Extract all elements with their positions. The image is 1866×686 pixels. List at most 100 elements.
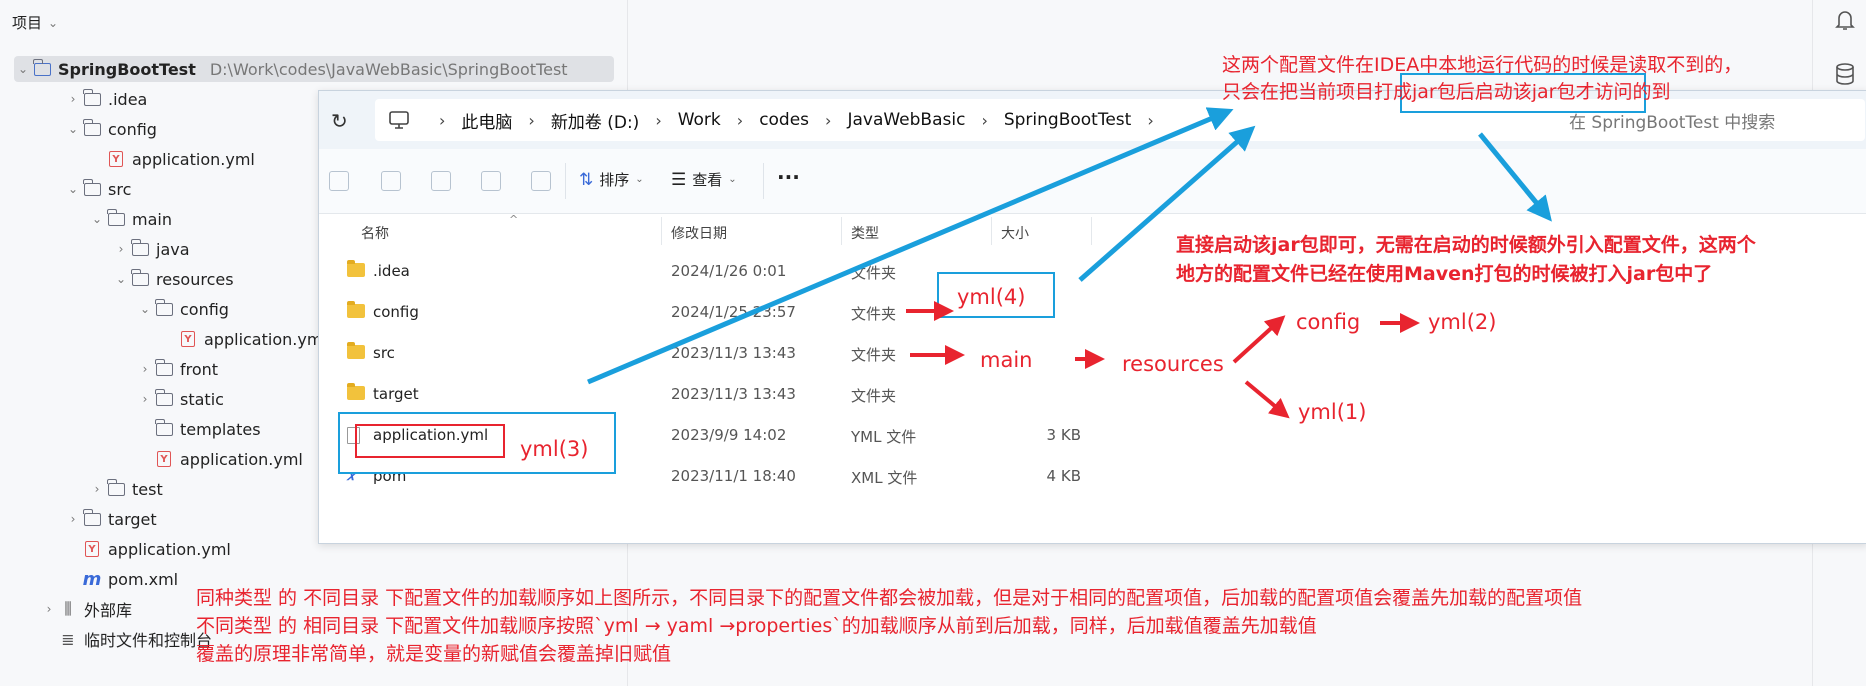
folder-icon: [106, 208, 126, 229]
tree-item-label: application.yml: [180, 449, 303, 469]
more-options-button[interactable]: ···: [777, 165, 800, 189]
column-separator: [661, 217, 662, 245]
file-date: 2023/9/9 14:02: [671, 426, 787, 444]
chevron-down-icon[interactable]: ⌄: [88, 212, 106, 226]
chevron-right-icon[interactable]: ›: [136, 392, 154, 406]
tree-item[interactable]: Yapplication.yml: [88, 146, 255, 172]
folder-icon: [347, 342, 365, 359]
tree-item[interactable]: Yapplication.yml: [64, 536, 231, 562]
folder-icon: [347, 383, 365, 400]
tree-item[interactable]: › ⫼ 外部库: [40, 596, 132, 622]
tree-item[interactable]: › java: [112, 236, 190, 262]
breadcrumb-item[interactable]: codes: [759, 110, 809, 130]
share-icon[interactable]: [481, 171, 501, 191]
column-date[interactable]: 修改日期: [671, 223, 727, 243]
column-separator: [991, 217, 992, 245]
tree-item[interactable]: ≣ 临时文件和控制台: [40, 626, 212, 652]
chevron-right-icon[interactable]: ›: [136, 362, 154, 376]
tree-item[interactable]: templates: [136, 416, 261, 442]
sort-up-icon: ^: [509, 213, 519, 226]
folder-icon: [130, 268, 150, 289]
chevron-right-icon[interactable]: ›: [64, 92, 82, 106]
application-yml-red-box: [355, 424, 505, 458]
file-size: 4 KB: [1046, 467, 1081, 485]
breadcrumb-separator[interactable]: ›: [439, 111, 445, 130]
tree-item[interactable]: ⌄ resources: [112, 266, 234, 292]
tree-item-label: 临时文件和控制台: [84, 631, 213, 650]
breadcrumb-separator[interactable]: ›: [981, 111, 987, 130]
yml-file-icon: Y: [154, 449, 174, 469]
chevron-down-icon[interactable]: ⌄: [14, 62, 32, 76]
file-type: 文件夹: [851, 346, 897, 364]
tree-item[interactable]: m pom.xml: [64, 566, 179, 592]
tree-item[interactable]: ⌄ config: [136, 296, 229, 322]
chevron-down-icon[interactable]: ⌄: [64, 182, 82, 196]
folder-icon: [106, 478, 126, 499]
tree-item[interactable]: › static: [136, 386, 224, 412]
column-size[interactable]: 大小: [1001, 223, 1029, 243]
tree-item-label: src: [108, 179, 132, 199]
tree-item-label: java: [156, 239, 190, 259]
chevron-down-icon[interactable]: ⌄: [64, 122, 82, 136]
chevron-right-icon[interactable]: ›: [40, 602, 58, 616]
delete-icon[interactable]: [531, 171, 551, 191]
breadcrumb-item[interactable]: SpringBootTest: [1004, 110, 1131, 130]
tree-item[interactable]: ⌄ config: [64, 116, 157, 142]
project-panel-title[interactable]: 项目 ⌄: [12, 12, 58, 33]
breadcrumb-item[interactable]: JavaWebBasic: [847, 110, 965, 130]
column-separator: [1091, 217, 1092, 245]
top-note-line-1: 这两个配置文件在IDEA中本地运行代码的时候是读取不到的，: [1222, 54, 1743, 76]
chevron-down-icon[interactable]: ⌄: [136, 302, 154, 316]
bottom-note-line-1: 同种类型 的 不同目录 下配置文件的加载顺序如上图所示，不同目录下的配置文件都会…: [196, 587, 1583, 609]
column-name[interactable]: 名称: [361, 223, 389, 243]
tree-item[interactable]: › test: [88, 476, 163, 502]
file-row[interactable]: src 2023/11/3 13:43 文件夹: [319, 333, 1866, 374]
tree-item[interactable]: ⌄ src: [64, 176, 131, 202]
tree-item[interactable]: › target: [64, 506, 157, 532]
chevron-right-icon[interactable]: ›: [112, 242, 130, 256]
column-separator: [841, 217, 842, 245]
tree-item[interactable]: Yapplication.yml: [136, 446, 303, 472]
sort-button[interactable]: ⇅ 排序 ⌄: [579, 169, 644, 190]
tree-item[interactable]: › front: [136, 356, 218, 382]
tree-item[interactable]: › .idea: [64, 86, 147, 112]
bottom-note-line-3: 覆盖的原理非常简单，就是变量的新赋值会覆盖掉旧赋值: [196, 643, 672, 665]
breadcrumb-item[interactable]: 此电脑: [461, 108, 512, 133]
breadcrumb-item[interactable]: Work: [678, 110, 721, 130]
breadcrumb-item[interactable]: 新加卷 (D:): [551, 108, 640, 133]
folder-icon: [82, 118, 102, 139]
tree-item[interactable]: Yapplication.yml: [160, 326, 327, 352]
rename-icon[interactable]: [431, 171, 451, 191]
library-icon: ⫼: [64, 599, 72, 618]
toolbar-separator: [763, 163, 764, 199]
column-type[interactable]: 类型: [851, 223, 879, 243]
file-row[interactable]: target 2023/11/3 13:43 文件夹: [319, 374, 1866, 415]
chevron-right-icon[interactable]: ›: [88, 482, 106, 496]
file-name: .idea: [373, 262, 410, 280]
file-row[interactable]: config 2024/1/25 23:57 文件夹: [319, 292, 1866, 333]
file-name: config: [373, 303, 419, 321]
breadcrumb-separator[interactable]: ›: [528, 111, 534, 130]
yml2-label: yml(2): [1428, 310, 1497, 334]
sort-label: 排序: [599, 171, 630, 189]
database-icon[interactable]: [1834, 62, 1856, 86]
paste-icon[interactable]: [381, 171, 401, 191]
folder-icon: [154, 388, 174, 409]
chevron-down-icon: ⌄: [635, 174, 644, 185]
copy-icon[interactable]: [329, 171, 349, 191]
file-date: 2024/1/26 0:01: [671, 262, 787, 280]
refresh-icon[interactable]: ↻: [331, 109, 348, 133]
notifications-bell-icon[interactable]: [1834, 8, 1856, 32]
bold-note-line-2: 地方的配置文件已经在使用Maven打包的时候被打入jar包中了: [1176, 263, 1713, 285]
folder-icon: [154, 358, 174, 379]
view-button[interactable]: ☰ 查看 ⌄: [671, 169, 737, 190]
tree-item[interactable]: ⌄ main: [88, 206, 172, 232]
chevron-right-icon[interactable]: ›: [64, 512, 82, 526]
project-root-item[interactable]: ⌄ SpringBootTest D:\Work\codes\JavaWebBasi…: [14, 56, 614, 82]
chevron-down-icon[interactable]: ⌄: [112, 272, 130, 286]
breadcrumb-separator[interactable]: ›: [1147, 111, 1153, 130]
breadcrumb-separator[interactable]: ›: [737, 111, 743, 130]
breadcrumb-separator[interactable]: ›: [655, 111, 661, 130]
breadcrumb-separator[interactable]: ›: [825, 111, 831, 130]
folder-icon: [154, 298, 174, 319]
